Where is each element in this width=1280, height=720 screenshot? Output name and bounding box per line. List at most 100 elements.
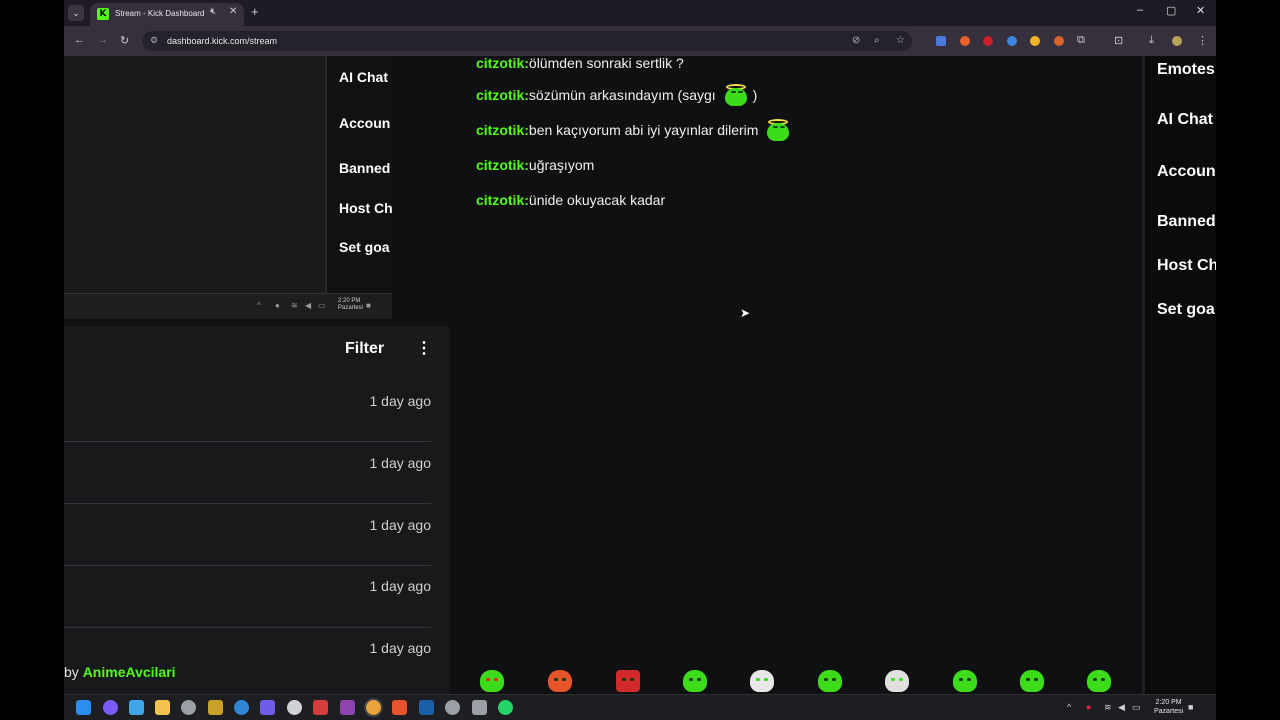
app-9-icon[interactable]	[445, 700, 460, 715]
halo-emote-icon[interactable]	[683, 668, 707, 692]
menu-banned[interactable]: Banned	[1157, 213, 1216, 231]
tray-wifi-icon[interactable]: ≋	[1104, 702, 1112, 713]
extension-4-icon[interactable]	[1007, 36, 1017, 46]
chat-username[interactable]: citzotik	[476, 122, 524, 138]
browser-menu-icon[interactable]: ⋮	[1197, 34, 1208, 47]
clown-emote-icon[interactable]	[750, 668, 774, 692]
minimize-icon[interactable]: –	[1137, 4, 1143, 16]
stream-preview: AI Chat Accoun Banned Host Ch Set goa ^ …	[64, 56, 393, 319]
forward-icon[interactable]: →	[97, 34, 108, 46]
download-icon[interactable]: ⤓	[1149, 34, 1154, 47]
headset-emote-icon[interactable]	[885, 668, 909, 692]
screenshot-icon[interactable]: ⊡	[1114, 34, 1123, 47]
notification-bell-icon[interactable]: ■	[1188, 702, 1193, 712]
windows-taskbar: ^ ● ≋ ◀ ▭ 2:20 PM Pazartesi ■	[64, 694, 1216, 720]
preview-menu-banned: Banned	[339, 160, 391, 176]
app-8-icon[interactable]	[392, 700, 407, 715]
mini-clock-time: 2:20 PM	[338, 298, 361, 304]
site-muted-icon[interactable]: ⊘	[852, 35, 860, 46]
tab-kick-dashboard[interactable]: K Stream - Kick Dashboard 🔇︎ ✕	[90, 3, 244, 26]
feed-divider	[64, 441, 431, 442]
zoom-icon[interactable]: ⌕	[874, 35, 880, 46]
feed-item-time: 1 day ago	[369, 393, 432, 409]
chrome-icon[interactable]	[366, 700, 381, 715]
taskbar-clock[interactable]: 2:20 PM Pazartesi	[1154, 698, 1183, 716]
chat-panel: citzotik: ölümden sonraki sertlik ? citz…	[452, 55, 1142, 694]
tray-battery-icon[interactable]: ▭	[1132, 702, 1141, 713]
app-10-icon[interactable]	[472, 700, 487, 715]
preview-menu-host-chat: Host Ch	[339, 200, 393, 216]
filter-button[interactable]: Filter	[345, 340, 384, 358]
halo-emote-icon	[765, 119, 791, 141]
app-1-icon[interactable]	[181, 700, 196, 715]
wink-emote-icon[interactable]	[1087, 668, 1111, 692]
bookmark-star-icon[interactable]: ☆	[896, 35, 905, 46]
grin-emote-icon[interactable]	[818, 668, 842, 692]
store-icon[interactable]	[129, 700, 144, 715]
extension-3-icon[interactable]	[983, 36, 993, 46]
byline-user[interactable]: AnimeAvcilari	[83, 664, 176, 680]
url-text[interactable]: dashboard.kick.com/stream	[167, 36, 277, 46]
chat-username[interactable]: citzotik	[476, 55, 524, 71]
menu-ai-chat[interactable]: AI Chat	[1157, 111, 1213, 129]
mini-speaker-icon: ◀	[305, 301, 312, 310]
steam-icon[interactable]	[419, 700, 434, 715]
extension-2-icon[interactable]	[960, 36, 970, 46]
extension-6-icon[interactable]	[1054, 36, 1064, 46]
chat-username[interactable]: citzotik	[476, 157, 524, 173]
feed-item-time: 1 day ago	[369, 455, 432, 471]
omnibox[interactable]: ⚙ dashboard.kick.com/stream ⊘ ⌕ ☆	[142, 31, 912, 51]
menu-host-chat[interactable]: Host Ch	[1157, 257, 1216, 275]
angry-emote-icon[interactable]	[616, 668, 640, 692]
copilot-icon[interactable]	[103, 700, 118, 715]
preview-menu-account: Accoun	[339, 115, 391, 131]
chat-username[interactable]: citzotik	[476, 87, 524, 103]
halo-emote-icon	[723, 84, 749, 106]
chat-text: uğraşıyom	[528, 157, 595, 173]
tray-mic-icon[interactable]: ●	[1086, 702, 1091, 712]
back-icon[interactable]: ←	[74, 34, 85, 46]
extension-5-icon[interactable]	[1030, 36, 1040, 46]
file-explorer-icon[interactable]	[155, 700, 170, 715]
tab-search-icon[interactable]: ⌄	[68, 5, 84, 21]
extension-1-icon[interactable]	[936, 36, 946, 46]
stare-emote-icon[interactable]	[1020, 668, 1044, 692]
smile-emote-icon[interactable]	[953, 668, 977, 692]
app-5-icon[interactable]	[287, 700, 302, 715]
feed-divider	[64, 565, 431, 566]
tray-chevron-icon[interactable]: ^	[1067, 702, 1071, 712]
start-windows-icon[interactable]	[76, 700, 91, 715]
tray-speaker-icon[interactable]: ◀	[1118, 702, 1125, 713]
site-info-icon[interactable]: ⚙	[150, 35, 158, 46]
more-options-icon[interactable]: ⋮	[416, 338, 432, 358]
tab-close-icon[interactable]: ✕	[229, 6, 237, 17]
profile-avatar-icon[interactable]	[1172, 36, 1182, 46]
app-2-icon[interactable]	[208, 700, 223, 715]
mouse-cursor-icon: ➤	[740, 306, 751, 320]
menu-set-goal[interactable]: Set goa	[1157, 301, 1215, 319]
close-window-icon[interactable]: ✕	[1196, 4, 1205, 17]
whatsapp-icon[interactable]	[498, 700, 513, 715]
kick-favicon-icon: K	[97, 8, 109, 20]
chat-text: ölümden sonraki sertlik ?	[528, 55, 684, 71]
reload-icon[interactable]: ↻	[120, 34, 129, 47]
restore-icon[interactable]: ▢	[1166, 4, 1176, 17]
tab-muted-icon[interactable]: 🔇︎	[210, 6, 216, 17]
preview-menu-set-goal: Set goa	[339, 239, 390, 255]
new-tab-icon[interactable]: +	[251, 4, 259, 19]
heart-eyes-emote-icon[interactable]	[480, 668, 504, 692]
chat-message: citzotik: ünide okuyacak kadar	[476, 192, 665, 208]
app-3-icon[interactable]	[234, 700, 249, 715]
extensions-puzzle-icon[interactable]: ⧉	[1077, 34, 1085, 47]
chat-username[interactable]: citzotik	[476, 192, 524, 208]
app-7-icon[interactable]	[340, 700, 355, 715]
chat-message: citzotik: ölümden sonraki sertlik ?	[476, 55, 684, 71]
browser-address-bar: ← → ↻ ⚙ dashboard.kick.com/stream ⊘ ⌕ ☆ …	[64, 26, 1216, 56]
mini-wifi-icon: ≋	[291, 301, 298, 310]
cowboy-emote-icon[interactable]	[548, 668, 572, 692]
app-4-icon[interactable]	[260, 700, 275, 715]
clock-time: 2:20 PM	[1155, 699, 1182, 706]
app-6-icon[interactable]	[313, 700, 328, 715]
menu-account[interactable]: Accoun	[1157, 163, 1216, 181]
menu-emotes[interactable]: Emotes	[1157, 61, 1215, 79]
